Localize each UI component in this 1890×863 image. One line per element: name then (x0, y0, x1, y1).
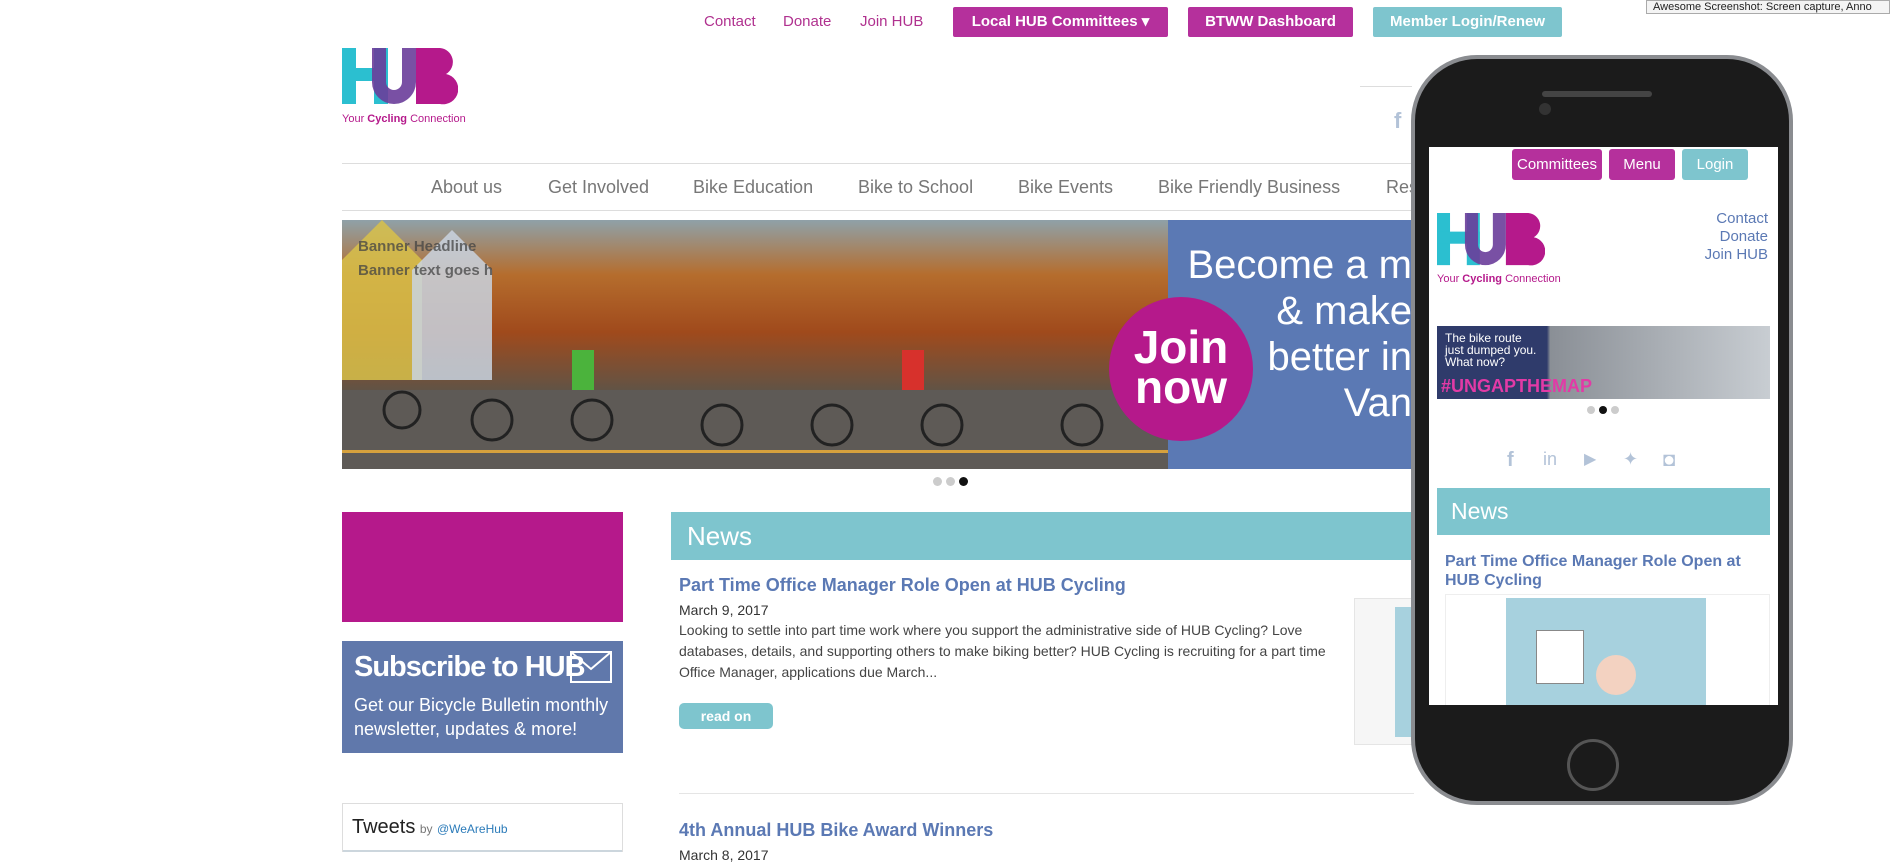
news-item-excerpt: Looking to settle into part time work wh… (679, 622, 1326, 680)
news-item-title[interactable]: Part Time Office Manager Role Open at HU… (679, 575, 1126, 596)
subscribe-banner[interactable]: Subscribe to HUB Get our Bicycle Bulleti… (342, 641, 623, 753)
nav-bike-education[interactable]: Bike Education (693, 177, 813, 198)
carousel-dot-2[interactable] (946, 477, 955, 486)
phone-news-title[interactable]: Part Time Office Manager Role Open at HU… (1445, 552, 1765, 590)
phone-home-button (1567, 739, 1619, 791)
news-heading: News (687, 521, 753, 551)
carousel-dot-3[interactable] (959, 477, 968, 486)
banner-headline: Banner Headline (358, 238, 477, 255)
tweets-widget: Tweets by @WeAreHub (342, 803, 623, 852)
sidebar-promo-box[interactable] (342, 512, 623, 622)
news-header: News (671, 512, 1421, 560)
instagram-icon[interactable]: ◘ (1663, 449, 1675, 472)
phone-join-link[interactable]: Join HUB (1705, 246, 1768, 263)
phone-contact-link[interactable]: Contact (1716, 210, 1768, 227)
extension-tooltip: Awesome Screenshot: Screen capture, Anno (1646, 0, 1890, 14)
phone-dot-2[interactable] (1599, 406, 1607, 414)
logo-tagline: Your Cycling Connection (342, 113, 466, 125)
nav-get-involved[interactable]: Get Involved (548, 177, 649, 198)
phone-news-header: News (1437, 488, 1770, 535)
hero-photo (342, 220, 1168, 469)
tweets-label: Tweets (352, 816, 416, 838)
phone-login-button[interactable]: Login (1682, 149, 1748, 180)
subscribe-text-1: Get our Bicycle Bulletin monthly (354, 695, 609, 715)
hub-logo[interactable]: Your Cycling Connection (342, 48, 466, 125)
tweets-by: by (419, 822, 433, 836)
phone-banner[interactable]: The bike route just dumped you. What now… (1437, 326, 1770, 399)
phone-banner-tag: #UNGAPTHEMAP (1441, 376, 1593, 396)
nav-bike-to-school[interactable]: Bike to School (858, 177, 973, 198)
member-login-button[interactable]: Member Login/Renew (1373, 7, 1562, 37)
nav-about[interactable]: About us (431, 177, 502, 198)
phone-logo-mark (1437, 213, 1546, 266)
linkedin-icon[interactable]: in (1543, 449, 1557, 470)
nav-resources[interactable]: Res (1386, 177, 1412, 198)
subscribe-text-2: newsletter, updates & more! (354, 719, 578, 739)
carousel-dot-1[interactable] (933, 477, 942, 486)
phone-logo-tagline: Your Cycling Connection (1437, 273, 1561, 285)
phone-hub-logo[interactable]: Your Cycling Connection (1437, 212, 1561, 285)
envelope-icon (570, 651, 612, 683)
join-now-button[interactable]: Join now (1109, 297, 1253, 441)
contact-link[interactable]: Contact (704, 13, 756, 30)
nav-bike-events[interactable]: Bike Events (1018, 177, 1113, 198)
facebook-icon[interactable]: f (1394, 108, 1401, 134)
donate-link[interactable]: Donate (783, 13, 831, 30)
phone-screen: Committees Menu Login Your Cycling Conne… (1429, 147, 1778, 705)
read-on-button[interactable]: read on (679, 703, 773, 729)
phone-banner-text: The bike route just dumped you. What now… (1445, 331, 1537, 369)
phone-committees-button[interactable]: Committees (1512, 149, 1602, 180)
subscribe-title: Subscribe to HUB (354, 651, 586, 683)
news-item-date: March 9, 2017 (679, 602, 769, 618)
tweets-handle[interactable]: @WeAreHub (437, 822, 508, 836)
youtube-icon[interactable]: ▶ (1584, 449, 1596, 469)
phone-speaker (1542, 91, 1652, 97)
phone-dot-3[interactable] (1611, 406, 1619, 414)
hub-logo-mark (342, 48, 459, 105)
hero-carousel[interactable]: Banner Headline Banner text goes h Becom… (342, 220, 1412, 469)
local-committees-button[interactable]: Local HUB Committees ▾ (953, 7, 1168, 37)
banner-text: Banner text goes h (358, 262, 494, 279)
news-item-title[interactable]: 4th Annual HUB Bike Award Winners (679, 820, 993, 841)
facebook-icon[interactable]: f (1507, 449, 1514, 472)
news-item-date: March 8, 2017 (679, 847, 769, 863)
btww-dashboard-button[interactable]: BTWW Dashboard (1188, 7, 1353, 37)
phone-menu-button[interactable]: Menu (1609, 149, 1675, 180)
news-thumbnail[interactable] (1354, 598, 1416, 745)
twitter-icon[interactable]: ✦ (1623, 449, 1638, 470)
phone-news-heading: News (1451, 498, 1509, 524)
phone-dot-1[interactable] (1587, 406, 1595, 414)
phone-news-thumbnail[interactable] (1445, 594, 1770, 705)
nav-bike-friendly-business[interactable]: Bike Friendly Business (1158, 177, 1340, 198)
main-nav: About us Get Involved Bike Education Bik… (342, 163, 1412, 211)
phone-camera (1539, 103, 1551, 115)
join-hub-link[interactable]: Join HUB (860, 13, 923, 30)
phone-donate-link[interactable]: Donate (1720, 228, 1768, 245)
